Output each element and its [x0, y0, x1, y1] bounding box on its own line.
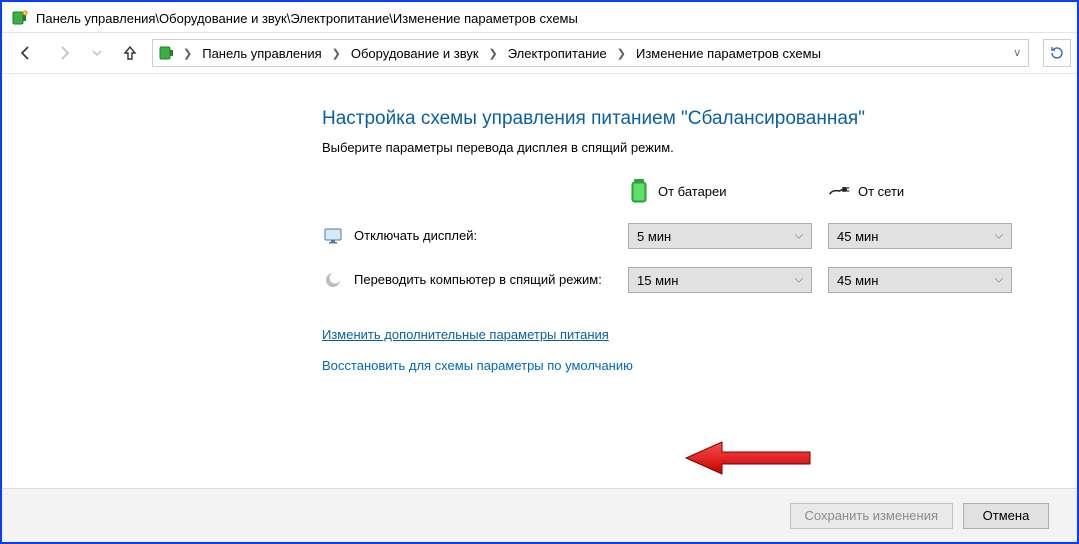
chevron-right-icon[interactable]: ❯ [487, 47, 500, 60]
chevron-down-icon: ⌵ [995, 230, 1003, 243]
select-value: 15 мин [637, 273, 678, 288]
moon-icon [322, 271, 344, 289]
link-restore-defaults[interactable]: Восстановить для схемы параметры по умол… [322, 358, 633, 373]
row-sleep: Переводить компьютер в спящий режим: [322, 271, 612, 289]
window-title: Панель управления\Оборудование и звук\Эл… [36, 11, 578, 26]
page-heading: Настройка схемы управления питанием "Сба… [322, 108, 1052, 130]
nav-forward-button[interactable] [52, 41, 76, 65]
chevron-down-icon: ⌵ [795, 274, 803, 287]
column-header-label: От батареи [658, 184, 727, 199]
nav-recent-dropdown[interactable] [90, 41, 104, 65]
chevron-down-icon: ⌵ [795, 230, 803, 243]
nav-buttons [14, 41, 142, 65]
select-value: 5 мин [637, 229, 671, 244]
refresh-button[interactable] [1043, 39, 1071, 67]
row-label-text: Переводить компьютер в спящий режим: [354, 272, 602, 289]
power-options-icon [159, 44, 177, 62]
chevron-down-icon: ⌵ [995, 274, 1003, 287]
window-frame: Панель управления\Оборудование и звук\Эл… [0, 0, 1079, 544]
address-bar: ❯ Панель управления ❯ Оборудование и зву… [2, 32, 1077, 74]
content-area: Настройка схемы управления питанием "Сба… [2, 76, 1077, 484]
column-header-battery: От батареи [628, 177, 812, 205]
power-options-icon [12, 9, 30, 27]
nav-up-button[interactable] [118, 41, 142, 65]
chevron-right-icon[interactable]: ❯ [615, 47, 628, 60]
column-header-plugged: От сети [828, 181, 1012, 201]
select-value: 45 мин [837, 229, 878, 244]
monitor-icon [322, 226, 344, 246]
breadcrumb-item[interactable]: Электропитание [502, 46, 613, 61]
select-sleep-plugged[interactable]: 45 мин ⌵ [828, 267, 1012, 293]
breadcrumb-item[interactable]: Оборудование и звук [345, 46, 485, 61]
link-advanced-settings[interactable]: Изменить дополнительные параметры питани… [322, 327, 609, 342]
row-turn-off-display: Отключать дисплей: [322, 226, 612, 246]
cancel-button[interactable]: Отмена [963, 503, 1049, 529]
chevron-right-icon[interactable]: ❯ [181, 47, 194, 60]
select-value: 45 мин [837, 273, 878, 288]
select-display-battery[interactable]: 5 мин ⌵ [628, 223, 812, 249]
chevron-right-icon[interactable]: ❯ [330, 47, 343, 60]
breadcrumb-item[interactable]: Панель управления [196, 46, 327, 61]
battery-icon [628, 177, 650, 205]
save-button[interactable]: Сохранить изменения [790, 503, 954, 529]
select-sleep-battery[interactable]: 15 мин ⌵ [628, 267, 812, 293]
chevron-down-icon[interactable]: v [1015, 47, 1021, 59]
nav-back-button[interactable] [14, 41, 38, 65]
breadcrumb-address[interactable]: ❯ Панель управления ❯ Оборудование и зву… [152, 39, 1029, 67]
row-label-text: Отключать дисплей: [354, 228, 477, 245]
select-display-plugged[interactable]: 45 мин ⌵ [828, 223, 1012, 249]
title-bar: Панель управления\Оборудование и звук\Эл… [2, 2, 1077, 32]
plug-icon [828, 181, 850, 201]
footer-bar: Сохранить изменения Отмена [2, 488, 1077, 542]
breadcrumb-item[interactable]: Изменение параметров схемы [630, 46, 827, 61]
page-subtext: Выберите параметры перевода дисплея в сп… [322, 140, 1052, 155]
annotation-arrow-icon [682, 438, 812, 478]
column-header-label: От сети [858, 184, 904, 199]
